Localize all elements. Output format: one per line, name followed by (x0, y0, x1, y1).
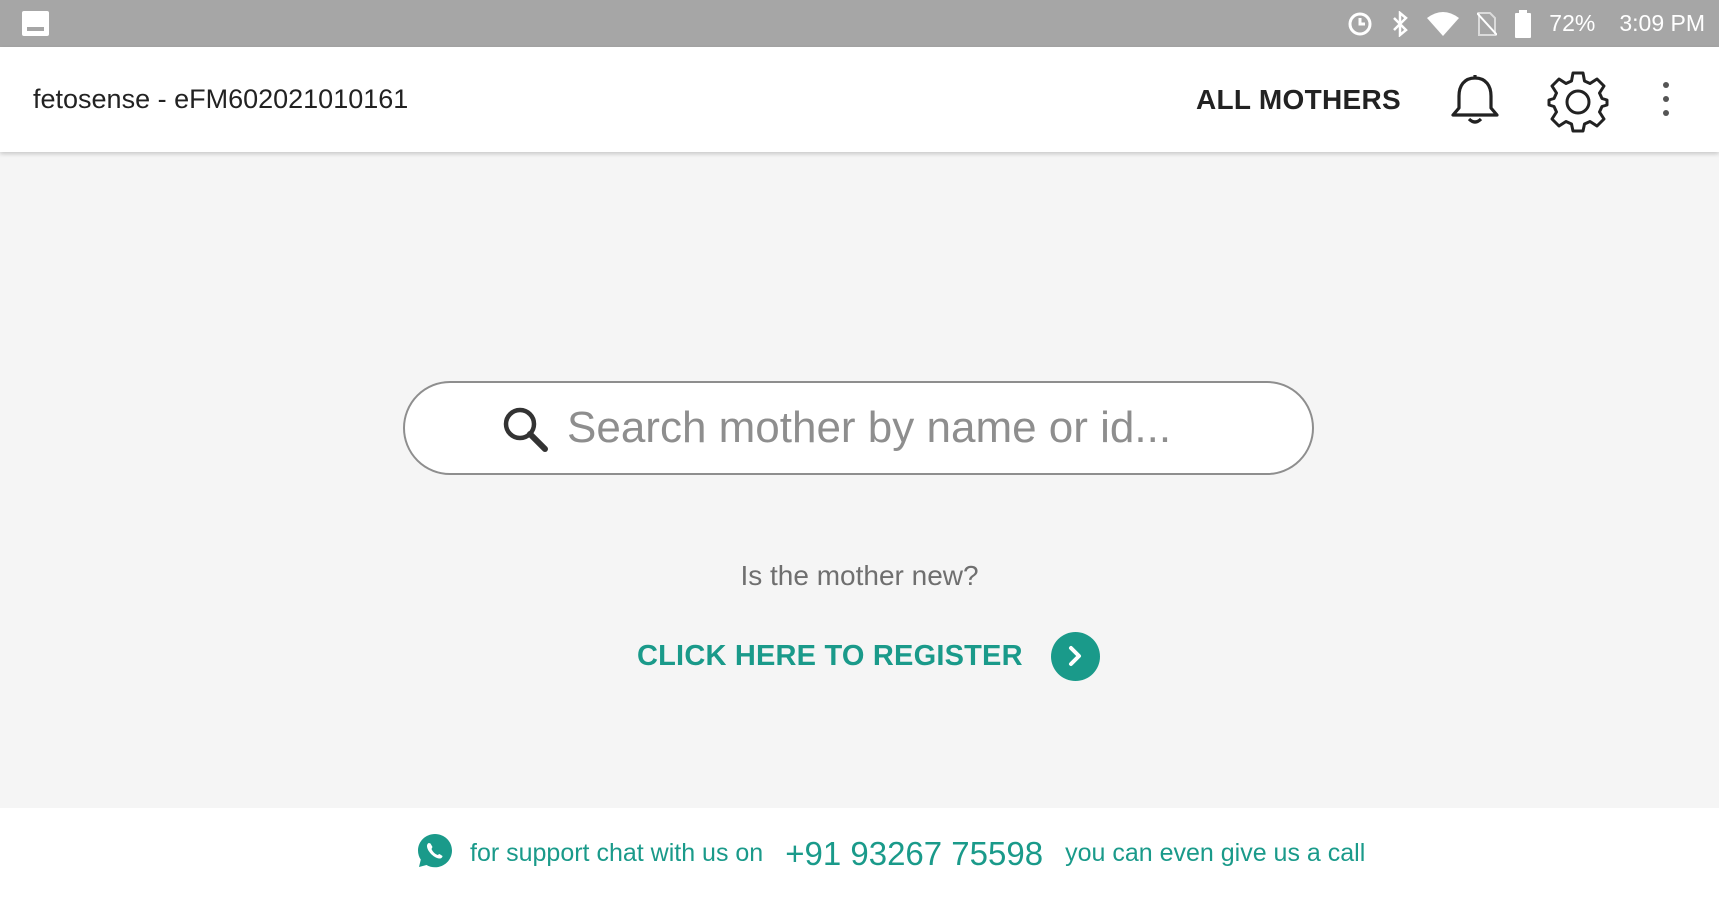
status-icons: 72% 3:09 PM (1347, 0, 1705, 47)
gear-icon[interactable] (1545, 69, 1611, 140)
support-footer: for support chat with us on +91 93267 75… (0, 808, 1719, 900)
battery-icon (1515, 9, 1532, 38)
battery-percent: 72% (1549, 10, 1596, 36)
app-bar: fetosense - eFM602021010161 ALL MOTHERS (0, 47, 1719, 152)
sync-icon (1347, 11, 1373, 37)
search-icon (501, 405, 549, 458)
support-line: for support chat with us on +91 93267 75… (416, 832, 1365, 875)
wifi-icon (1427, 11, 1460, 36)
support-suffix: you can even give us a call (1065, 839, 1366, 867)
support-phone[interactable]: +91 93267 75598 (785, 835, 1043, 873)
new-mother-question: Is the mother new? (740, 560, 979, 591)
search-input[interactable] (567, 397, 1267, 459)
all-mothers-button[interactable]: ALL MOTHERS (1196, 47, 1401, 152)
search-bar[interactable] (403, 381, 1314, 475)
status-bar: 72% 3:09 PM (0, 0, 1719, 47)
more-vert-icon[interactable] (1660, 81, 1672, 122)
chevron-right-icon[interactable] (1050, 631, 1100, 681)
register-button[interactable]: CLICK HERE TO REGISTER (637, 628, 1100, 684)
register-label[interactable]: CLICK HERE TO REGISTER (637, 640, 1023, 673)
bell-icon[interactable] (1448, 74, 1502, 131)
no-sim-icon (1477, 11, 1498, 37)
bluetooth-icon (1391, 10, 1409, 37)
support-prefix: for support chat with us on (470, 839, 764, 867)
whatsapp-icon[interactable] (416, 832, 454, 875)
app-title: fetosense - eFM602021010161 (33, 84, 409, 114)
image-icon (22, 11, 49, 36)
status-time: 3:09 PM (1619, 10, 1705, 36)
